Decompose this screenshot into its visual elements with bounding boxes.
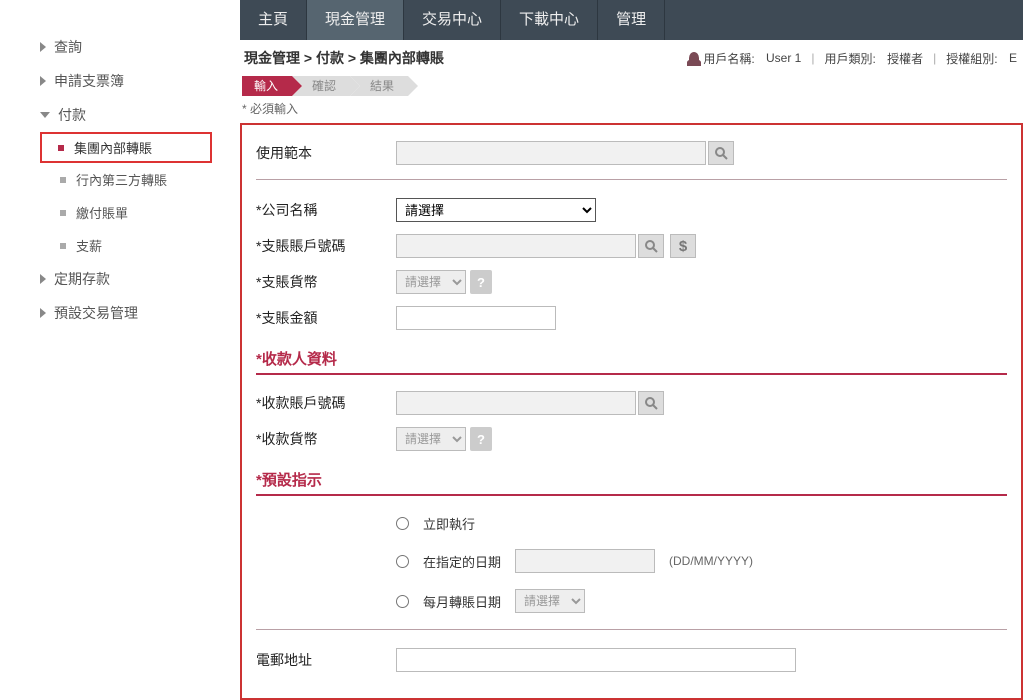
company-label: *公司名稱 bbox=[256, 200, 396, 220]
form-panel: 使用範本 *公司名稱 請選擇 *支賬賬戶號碼 $ bbox=[240, 123, 1023, 700]
bullet-icon bbox=[60, 177, 66, 183]
debit-ccy-select[interactable]: 請選擇 bbox=[396, 270, 466, 294]
help-icon[interactable]: ? bbox=[470, 427, 492, 451]
email-input[interactable] bbox=[396, 648, 796, 672]
main-content: 主頁 現金管理 交易中心 下載中心 管理 現金管理 > 付款 > 集團內部轉賬 … bbox=[240, 0, 1023, 700]
credit-ccy-label: *收款貨幣 bbox=[256, 429, 396, 449]
monthly-select[interactable]: 請選擇 bbox=[515, 589, 585, 613]
top-nav: 主頁 現金管理 交易中心 下載中心 管理 bbox=[240, 0, 1023, 40]
sidebar-item-schedule-mgmt[interactable]: 預設交易管理 bbox=[40, 296, 240, 330]
schedule-section-title: *預設指示 bbox=[256, 463, 1007, 496]
search-icon[interactable] bbox=[638, 234, 664, 258]
currency-icon[interactable]: $ bbox=[670, 234, 696, 258]
payee-section-title: *收款人資料 bbox=[256, 342, 1007, 375]
tab-trade[interactable]: 交易中心 bbox=[404, 0, 501, 40]
sidebar-item-cheque[interactable]: 申請支票簿 bbox=[40, 64, 240, 98]
credit-acct-input[interactable] bbox=[396, 391, 636, 415]
debit-ccy-label: *支賬貨幣 bbox=[256, 272, 396, 292]
sidebar-item-deposit[interactable]: 定期存款 bbox=[40, 262, 240, 296]
step-indicator: 輸入 確認 結果 bbox=[242, 76, 1023, 96]
credit-acct-label: *收款賬戶號碼 bbox=[256, 393, 396, 413]
sidebar-item-payroll[interactable]: 支薪 bbox=[40, 229, 240, 262]
date-input[interactable] bbox=[515, 549, 655, 573]
sidebar-item-thirdparty[interactable]: 行內第三方轉賬 bbox=[40, 163, 240, 196]
radio-date-label: 在指定的日期 bbox=[423, 552, 501, 571]
sidebar: 查詢 申請支票簿 付款 集團內部轉賬 行內第三方轉賬 繳付賬單 支薪 定期存款 … bbox=[0, 0, 240, 700]
tab-download[interactable]: 下載中心 bbox=[501, 0, 598, 40]
sidebar-item-payment[interactable]: 付款 bbox=[40, 98, 240, 132]
template-label: 使用範本 bbox=[256, 143, 396, 163]
debit-amt-label: *支賬金額 bbox=[256, 308, 396, 328]
radio-date[interactable] bbox=[396, 555, 409, 568]
credit-ccy-select[interactable]: 請選擇 bbox=[396, 427, 466, 451]
sidebar-item-billpay[interactable]: 繳付賬單 bbox=[40, 196, 240, 229]
help-icon[interactable]: ? bbox=[470, 270, 492, 294]
breadcrumb: 現金管理 > 付款 > 集團內部轉賬 bbox=[244, 48, 444, 68]
date-hint: (DD/MM/YYYY) bbox=[669, 554, 753, 568]
bullet-icon bbox=[58, 145, 64, 151]
search-icon[interactable] bbox=[638, 391, 664, 415]
template-input[interactable] bbox=[396, 141, 706, 165]
radio-monthly-label: 每月轉賬日期 bbox=[423, 592, 501, 611]
user-icon bbox=[689, 52, 699, 64]
company-select[interactable]: 請選擇 bbox=[396, 198, 596, 222]
sidebar-item-group-transfer[interactable]: 集團內部轉賬 bbox=[40, 132, 212, 163]
radio-monthly[interactable] bbox=[396, 595, 409, 608]
bullet-icon bbox=[60, 210, 66, 216]
search-icon[interactable] bbox=[708, 141, 734, 165]
debit-acct-label: *支賬賬戶號碼 bbox=[256, 236, 396, 256]
required-note: * 必須輸入 bbox=[242, 100, 1023, 117]
user-info: 用戶名稱: User 1 | 用戶類別: 授權者 | 授權組別: E bbox=[689, 50, 1023, 67]
tab-admin[interactable]: 管理 bbox=[598, 0, 665, 40]
email-label: 電郵地址 bbox=[256, 650, 396, 670]
radio-now-label: 立即執行 bbox=[423, 514, 475, 533]
radio-now[interactable] bbox=[396, 517, 409, 530]
sidebar-item-query[interactable]: 查詢 bbox=[40, 30, 240, 64]
tab-home[interactable]: 主頁 bbox=[240, 0, 307, 40]
debit-amt-input[interactable] bbox=[396, 306, 556, 330]
bullet-icon bbox=[60, 243, 66, 249]
step-input: 輸入 bbox=[242, 76, 292, 96]
tab-cash[interactable]: 現金管理 bbox=[307, 0, 404, 40]
debit-acct-input[interactable] bbox=[396, 234, 636, 258]
